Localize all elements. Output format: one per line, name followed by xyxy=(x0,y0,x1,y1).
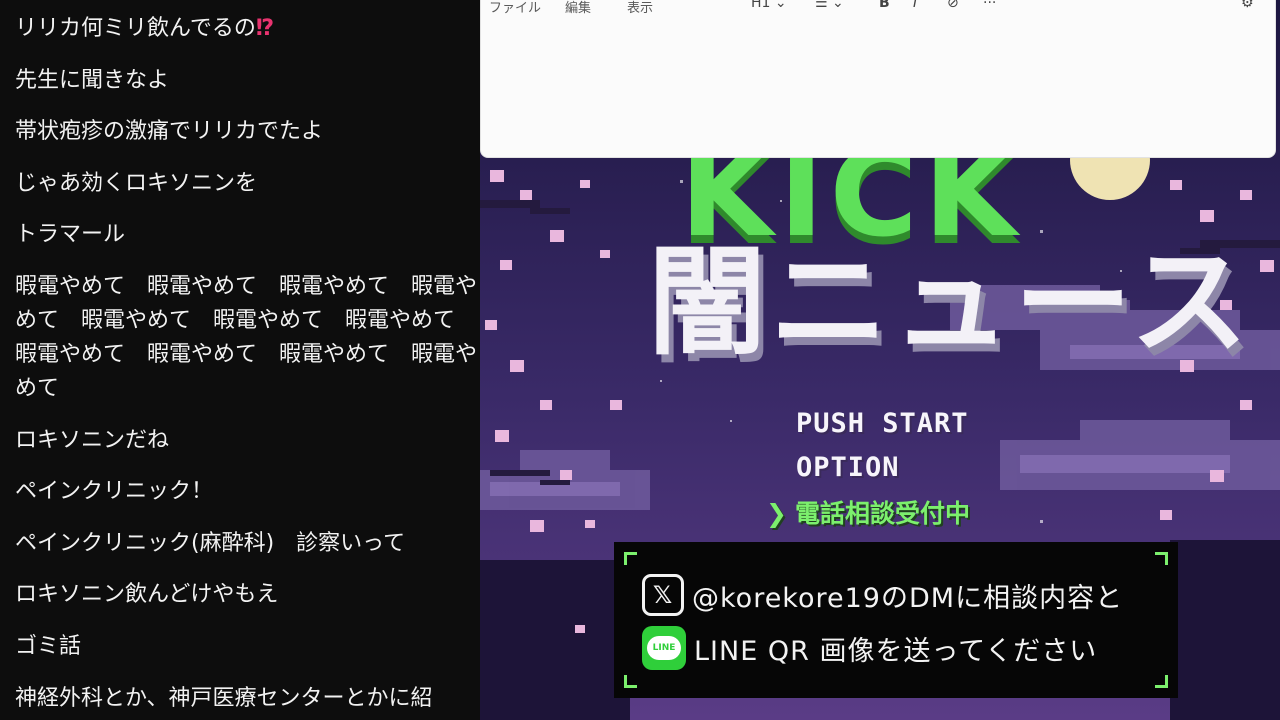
interrobang-emoji-icon: ⁉ xyxy=(255,16,275,41)
chat-message: ペインクリニック(麻酔科) 診察いって xyxy=(15,530,406,556)
text-editor-window[interactable]: ファイル 編集 表示 H1 ⌄ ☰ ⌄ B I ⊘ ··· ⚙ xyxy=(480,0,1276,158)
chat-message: ペインクリニック！ xyxy=(15,479,214,505)
menu-phone-consult[interactable]: ❯ 電話相談受付中 xyxy=(766,494,970,530)
settings-gear-icon[interactable]: ⚙ xyxy=(1241,0,1254,11)
consult-label: 電話相談受付中 xyxy=(794,499,970,528)
chat-message: 暇電やめて 暇電やめて 暇電やめて 暇電やめて 暇電やめて 暇電やめて 暇電やめ… xyxy=(15,273,478,401)
menu-option[interactable]: OPTION xyxy=(796,452,900,483)
menu-push-start[interactable]: PUSH START xyxy=(796,408,969,439)
chat-message-list: リリカ何ミリ飲んでるの⁉ 先生に聞きなよ 帯状疱疹の激痛でリリカでたよ じゃあ効… xyxy=(15,12,480,720)
frame-corner xyxy=(1155,675,1168,688)
chat-message: 神経外科とか、神戸医療センターとかに紹 xyxy=(15,685,433,711)
chat-message: トラマール xyxy=(15,222,126,248)
chat-message: 先生に聞きなよ xyxy=(15,67,170,93)
contact-x-row: 𝕏 @korekore19のDMに相談内容と xyxy=(642,572,1123,618)
link-icon[interactable]: ⊘ xyxy=(947,0,959,11)
x-logo-icon: 𝕏 xyxy=(642,574,684,616)
stream-stage: KICK 闇ニュース PUSH START OPTION ❯ 電話相談受付中 𝕏 … xyxy=(480,0,1280,720)
frame-corner xyxy=(624,552,637,565)
list-icon[interactable]: ☰ ⌄ xyxy=(815,0,844,11)
bold-button[interactable]: B xyxy=(879,0,890,11)
game-title-top: KICK xyxy=(680,125,1023,264)
editor-menubar: ファイル 編集 表示 H1 ⌄ ☰ ⌄ B I ⊘ ··· ⚙ xyxy=(481,0,1275,16)
game-title-main: 闇ニュース xyxy=(648,233,1253,371)
menu-edit[interactable]: 編集 xyxy=(565,0,591,16)
contact-line-row: LINE LINE QR 画像を送ってください xyxy=(642,625,1097,671)
chat-message: 帯状疱疹の激痛でリリカでたよ xyxy=(15,119,324,145)
italic-button[interactable]: I xyxy=(913,0,917,11)
contact-x-text: @korekore19のDMに相談内容と xyxy=(692,582,1124,614)
chat-message: ゴミ話 xyxy=(15,633,82,659)
chat-message: ロキソニン飲んどけやもえ xyxy=(15,582,279,608)
contact-line-text: LINE QR 画像を送ってください xyxy=(694,635,1098,667)
line-logo-label: LINE xyxy=(647,636,681,660)
menu-view[interactable]: 表示 xyxy=(627,0,653,16)
contact-info-box: 𝕏 @korekore19のDMに相談内容と LINE LINE QR 画像を送… xyxy=(614,542,1178,698)
more-button[interactable]: ··· xyxy=(983,0,996,11)
frame-corner xyxy=(624,675,637,688)
chat-message: リリカ何ミリ飲んでるの⁉ xyxy=(15,16,275,41)
heading-dropdown[interactable]: H1 ⌄ xyxy=(751,0,787,11)
frame-corner xyxy=(1155,552,1168,565)
chat-panel: リリカ何ミリ飲んでるの⁉ 先生に聞きなよ 帯状疱疹の激痛でリリカでたよ じゃあ効… xyxy=(0,0,480,720)
chevron-right-icon: ❯ xyxy=(766,499,787,528)
chat-message: ロキソニンだね xyxy=(15,427,170,453)
menu-file[interactable]: ファイル xyxy=(489,0,541,16)
chat-message: じゃあ効くロキソニンを xyxy=(15,170,258,196)
line-logo-icon: LINE xyxy=(642,626,686,670)
